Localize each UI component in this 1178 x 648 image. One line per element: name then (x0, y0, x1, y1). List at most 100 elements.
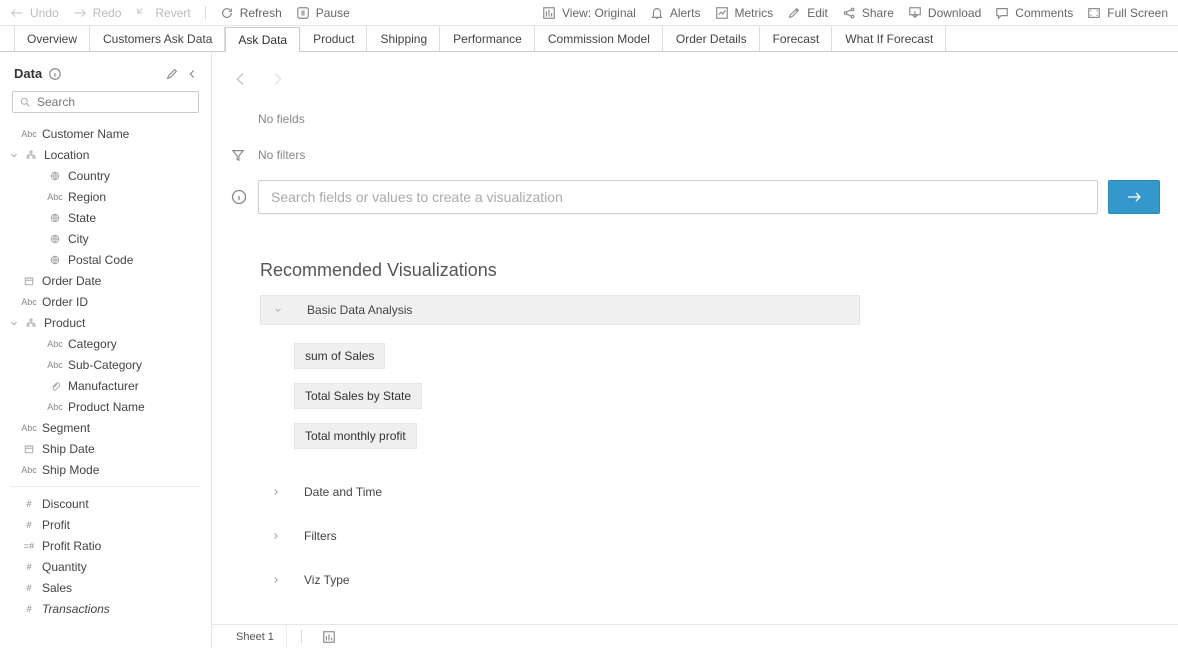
ask-submit-button[interactable] (1108, 180, 1160, 214)
clip-icon (46, 380, 64, 392)
field-sub-category[interactable]: AbcSub-Category (0, 354, 211, 375)
field-label: Postal Code (68, 253, 133, 267)
field-state[interactable]: State (0, 207, 211, 228)
field-category[interactable]: AbcCategory (0, 333, 211, 354)
field-city[interactable]: City (0, 228, 211, 249)
edit-datasource-icon[interactable] (165, 67, 179, 81)
tab-shipping[interactable]: Shipping (367, 26, 440, 51)
field-profit[interactable]: #Profit (0, 514, 211, 535)
field-postal-code[interactable]: Postal Code (0, 249, 211, 270)
filter-hint-text: No filters (258, 148, 305, 162)
number-icon: # (20, 499, 38, 509)
field-customer-name[interactable]: AbcCustomer Name (0, 123, 211, 144)
field-ship-mode[interactable]: AbcShip Mode (0, 459, 211, 480)
field-label: Ship Mode (42, 463, 99, 477)
field-label: Transactions (42, 602, 110, 616)
ask-data-input[interactable]: Search fields or values to create a visu… (258, 180, 1098, 214)
abc-icon: Abc (20, 297, 38, 307)
chevron-down-icon (8, 150, 20, 160)
field-discount[interactable]: #Discount (0, 493, 211, 514)
field-product-name[interactable]: AbcProduct Name (0, 396, 211, 417)
field-location[interactable]: Location (0, 144, 211, 165)
field-search[interactable] (12, 91, 199, 113)
rec-group-filters[interactable]: Filters (260, 521, 1118, 551)
share-label: Share (862, 6, 894, 20)
rec-group-label: Viz Type (304, 573, 350, 587)
revert-button[interactable]: Revert (135, 6, 190, 20)
field-quantity[interactable]: #Quantity (0, 556, 211, 577)
field-label: Profit Ratio (42, 539, 101, 553)
field-product[interactable]: Product (0, 312, 211, 333)
field-sales[interactable]: #Sales (0, 577, 211, 598)
tab-what-if-forecast[interactable]: What If Forecast (832, 26, 946, 51)
redo-button[interactable]: Redo (73, 6, 122, 20)
download-button[interactable]: Download (908, 6, 981, 20)
field-order-id[interactable]: AbcOrder ID (0, 291, 211, 312)
number-icon: # (20, 520, 38, 530)
share-button[interactable]: Share (842, 6, 894, 20)
collapse-pane-icon[interactable] (185, 67, 199, 81)
fields-hint-text: No fields (258, 112, 305, 126)
sheet-tab[interactable]: Sheet 1 (224, 625, 287, 648)
view-button[interactable]: View: Original (542, 6, 636, 20)
field-label: Product (44, 316, 85, 330)
field-country[interactable]: Country (0, 165, 211, 186)
rec-pill[interactable]: Total Sales by State (294, 383, 422, 409)
tab-performance[interactable]: Performance (440, 26, 535, 51)
tab-forecast[interactable]: Forecast (760, 26, 833, 51)
tab-ask-data[interactable]: Ask Data (225, 27, 300, 52)
tab-overview[interactable]: Overview (14, 26, 90, 51)
field-label: Region (68, 190, 106, 204)
field-label: Category (68, 337, 117, 351)
tab-product[interactable]: Product (300, 26, 367, 51)
field-region[interactable]: Abc Region (0, 186, 211, 207)
field-order-date[interactable]: Order Date (0, 270, 211, 291)
comments-button[interactable]: Comments (995, 6, 1073, 20)
sheet-tab-label: Sheet 1 (236, 631, 274, 643)
field-search-input[interactable] (35, 94, 192, 110)
undo-button[interactable]: Undo (10, 6, 59, 20)
calendar-icon (20, 443, 38, 455)
ask-info-icon[interactable] (230, 189, 248, 205)
comments-label: Comments (1015, 6, 1073, 20)
fullscreen-label: Full Screen (1107, 6, 1168, 20)
rec-group-date-and-time[interactable]: Date and Time (260, 477, 1118, 507)
pause-button[interactable]: Pause (296, 6, 350, 20)
chevron-right-icon (270, 531, 282, 541)
field-ship-date[interactable]: Ship Date (0, 438, 211, 459)
field-manufacturer[interactable]: Manufacturer (0, 375, 211, 396)
edit-label: Edit (807, 6, 828, 20)
revert-label: Revert (155, 6, 190, 20)
rec-group-viz-type[interactable]: Viz Type (260, 565, 1118, 595)
nav-forward-icon[interactable] (268, 70, 286, 88)
hierarchy-icon (22, 149, 40, 161)
info-icon[interactable] (48, 67, 62, 81)
alerts-button[interactable]: Alerts (650, 6, 701, 20)
tab-commission-model[interactable]: Commission Model (535, 26, 663, 51)
field-label: Country (68, 169, 110, 183)
edit-button[interactable]: Edit (787, 6, 828, 20)
tab-customers-ask-data[interactable]: Customers Ask Data (90, 26, 225, 51)
calc-icon: =# (20, 541, 38, 551)
metrics-button[interactable]: Metrics (715, 6, 774, 20)
fullscreen-button[interactable]: Full Screen (1087, 6, 1168, 20)
pause-icon (296, 6, 310, 20)
share-icon (842, 6, 856, 20)
nav-back-icon[interactable] (232, 70, 250, 88)
refresh-label: Refresh (240, 6, 282, 20)
abc-icon: Abc (46, 192, 64, 202)
rec-pill[interactable]: Total monthly profit (294, 423, 417, 449)
field-segment[interactable]: AbcSegment (0, 417, 211, 438)
refresh-button[interactable]: Refresh (220, 6, 282, 20)
field-transactions[interactable]: #Transactions (0, 598, 211, 619)
redo-label: Redo (93, 6, 122, 20)
field-profit-ratio[interactable]: =# Profit Ratio (0, 535, 211, 556)
tab-order-details[interactable]: Order Details (663, 26, 760, 51)
undo-icon (10, 6, 24, 20)
new-sheet-button[interactable] (316, 630, 342, 644)
refresh-icon (220, 6, 234, 20)
ask-placeholder: Search fields or values to create a visu… (271, 189, 563, 205)
rec-group-label: Basic Data Analysis (307, 303, 412, 317)
rec-pill[interactable]: sum of Sales (294, 343, 385, 369)
rec-group-basic[interactable]: Basic Data Analysis (260, 295, 860, 325)
